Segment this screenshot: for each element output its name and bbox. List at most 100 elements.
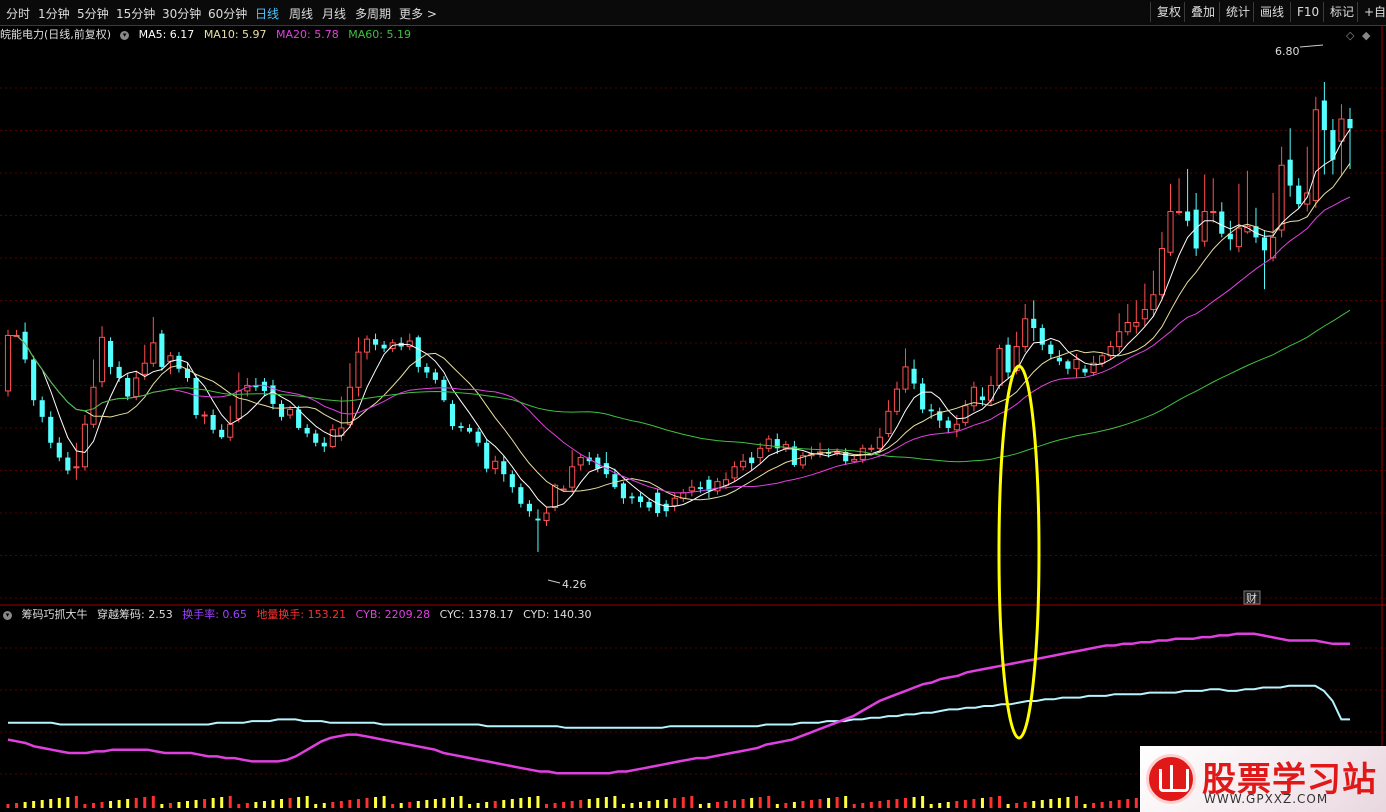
candle	[791, 440, 797, 467]
volume-bar	[852, 804, 856, 808]
volume-bar	[339, 801, 343, 808]
cyc-line	[8, 684, 1350, 729]
low-price-label: 4.26	[562, 578, 587, 591]
candle	[313, 429, 319, 447]
candle	[150, 316, 157, 367]
candle	[885, 400, 892, 438]
candle	[56, 437, 62, 462]
volume-bar	[1074, 796, 1078, 808]
candle	[868, 444, 875, 452]
candle	[1090, 355, 1097, 377]
settings-diamond-icon[interactable]: ◇	[1346, 29, 1354, 42]
stock-title: 皖能电力(日线,前复权)	[0, 28, 112, 41]
candle	[1141, 283, 1148, 327]
volume-bar	[630, 803, 634, 808]
indicator-item-turnover: 换手率: 0.65	[182, 608, 247, 621]
volume-bar	[938, 803, 942, 808]
candle	[706, 476, 712, 499]
candle	[569, 450, 576, 493]
volume-bar	[1032, 801, 1036, 808]
candle	[321, 437, 327, 452]
volume-bar	[562, 802, 566, 808]
chevron-down-icon[interactable]: ▾	[120, 30, 130, 40]
ma60-label: MA60: 5.19	[348, 28, 411, 41]
volume-bar	[1083, 804, 1087, 808]
candle	[1261, 230, 1268, 290]
candle	[1347, 107, 1353, 169]
options-diamond-icon[interactable]: ◆	[1362, 29, 1370, 42]
volume-bar	[587, 799, 591, 808]
candle	[501, 455, 507, 482]
volume-bar	[32, 801, 36, 808]
volume-bar	[476, 803, 480, 808]
candle	[210, 409, 216, 434]
candle	[475, 427, 481, 447]
candle	[458, 422, 464, 432]
volume-bar	[49, 799, 53, 808]
indicator-item-cyd: CYD: 140.30	[523, 608, 592, 621]
candle	[509, 470, 515, 493]
finance-marker[interactable]: 财	[1243, 590, 1261, 605]
volume-bar	[459, 796, 463, 808]
volume-bar	[416, 801, 420, 808]
volume-bar	[750, 798, 754, 808]
candle	[1065, 359, 1071, 375]
chevron-down-icon[interactable]: ▾	[3, 610, 12, 620]
volume-bar	[134, 798, 138, 808]
volume-bar	[818, 799, 822, 808]
volume-bar	[998, 796, 1002, 808]
logo-url: WWW.GPXXZ.COM	[1204, 792, 1329, 806]
candle	[1270, 193, 1277, 262]
candle	[526, 500, 532, 517]
volume-bar	[280, 799, 284, 808]
indicator-item-cyc: CYC: 1378.17	[439, 608, 514, 621]
candle	[1175, 178, 1183, 216]
ma5-label: MA5: 6.17	[138, 28, 195, 41]
candle	[270, 379, 276, 410]
volume-bar	[527, 797, 531, 808]
candle	[970, 381, 977, 412]
indicator-item-low-vol: 地量换手: 153.21	[256, 608, 347, 621]
volume-bar	[827, 798, 831, 808]
volume-bar	[143, 797, 147, 808]
volume-bar	[493, 801, 497, 808]
candle	[48, 411, 54, 449]
ma10-line	[8, 162, 1351, 501]
candle	[1167, 183, 1174, 256]
high-price-marker: 6.80	[1275, 44, 1324, 58]
candle	[1330, 119, 1336, 175]
volume-bar	[724, 801, 728, 808]
candle	[4, 329, 12, 397]
volume-bar	[126, 799, 130, 808]
candle	[535, 509, 541, 552]
volume-bar	[1049, 799, 1053, 808]
volume-bar	[639, 802, 643, 808]
candle	[620, 481, 627, 504]
candle	[363, 335, 371, 360]
volume-bar	[946, 802, 950, 808]
candlestick-series	[4, 82, 1353, 552]
candle	[749, 452, 755, 471]
candle	[1304, 146, 1311, 212]
volume-bar	[613, 796, 617, 808]
volume-bar	[305, 796, 309, 808]
candle	[740, 453, 747, 471]
volume-bar	[955, 801, 959, 808]
candle	[543, 507, 550, 526]
candlestick-chart[interactable]: 6.80 4.26 财	[0, 0, 1386, 812]
candle	[424, 363, 430, 378]
volume-bar	[972, 799, 976, 808]
candle	[1082, 365, 1088, 377]
candle	[1321, 82, 1327, 175]
volume-bar	[109, 801, 113, 808]
candle	[346, 363, 353, 428]
volume-bar	[297, 797, 301, 808]
volume-bar	[775, 804, 779, 808]
candle	[799, 452, 807, 469]
candle	[1219, 202, 1225, 238]
candle	[39, 396, 45, 423]
volume-bar	[861, 803, 865, 808]
candle	[355, 337, 362, 397]
candle	[304, 424, 310, 438]
candle	[987, 376, 995, 406]
